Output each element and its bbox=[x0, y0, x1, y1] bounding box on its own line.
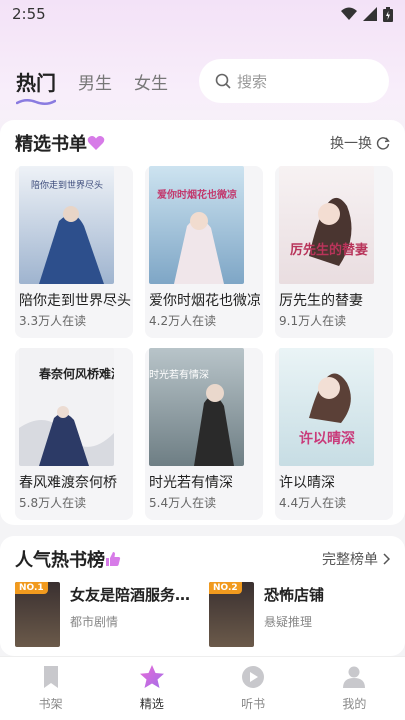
book-readers: 9.1万人在读 bbox=[279, 314, 347, 328]
book-readers: 5.8万人在读 bbox=[19, 496, 87, 510]
book-cover: 厉先生的替妻 bbox=[279, 166, 374, 284]
book-readers: 4.4万人在读 bbox=[279, 496, 347, 510]
book-title: 许以晴深 bbox=[279, 475, 335, 491]
nav-audiobook[interactable]: 听书 bbox=[203, 657, 304, 720]
refresh-icon bbox=[376, 137, 390, 150]
cover-title: 许以晴深 bbox=[299, 430, 355, 447]
book-title: 恐怖店铺 bbox=[264, 586, 325, 604]
battery-icon bbox=[383, 6, 393, 22]
book-title: 女友是陪酒服务… bbox=[70, 586, 191, 604]
book-cover: 时光若有情深 bbox=[149, 348, 244, 466]
book-readers: 5.4万人在读 bbox=[149, 496, 217, 510]
book-genre: 悬疑推理 bbox=[264, 615, 313, 629]
rank-badge: NO.2 bbox=[209, 582, 242, 594]
book-card[interactable]: 时光若有情深 时光若有情深 5.4万人在读 bbox=[145, 348, 263, 520]
book-grid: 陪你走到世界尽头 陪你走到世界尽头 3.3万人在读 爱你时烟花也微凉 爱你时烟花… bbox=[0, 166, 405, 520]
star-icon bbox=[139, 665, 164, 688]
signal-icon bbox=[363, 7, 377, 21]
profile-icon bbox=[343, 666, 366, 688]
status-bar: 2:55 bbox=[0, 0, 405, 28]
heart-icon bbox=[87, 136, 105, 150]
active-tab-indicator bbox=[16, 98, 56, 105]
hot-ranking-section: 人气热书榜 完整榜单 NO.1 女友是陪酒服务… 都市剧情 NO.2 恐怖店铺 … bbox=[0, 536, 405, 656]
book-card[interactable]: 许以晴深 许以晴深 4.4万人在读 bbox=[275, 348, 393, 520]
book-readers: 3.3万人在读 bbox=[19, 314, 87, 328]
book-title: 时光若有情深 bbox=[149, 475, 233, 491]
book-cover: 许以晴深 bbox=[279, 348, 374, 466]
ranking-item[interactable]: NO.1 女友是陪酒服务… 都市剧情 bbox=[15, 582, 195, 647]
book-card[interactable]: 春奈何风桥难渡 春风难渡奈何桥 5.8万人在读 bbox=[15, 348, 133, 520]
wifi-icon bbox=[341, 7, 357, 20]
cover-title: 厉先生的替妻 bbox=[290, 242, 368, 258]
cover-title: 春奈何风桥难渡 bbox=[38, 366, 114, 381]
book-title: 春风难渡奈何桥 bbox=[19, 475, 117, 491]
book-cover: 陪你走到世界尽头 bbox=[19, 166, 114, 284]
book-genre: 都市剧情 bbox=[70, 615, 119, 629]
cover-title: 时光若有情深 bbox=[149, 368, 209, 381]
bottom-navigation: 书架 精选 听书 我的 bbox=[0, 656, 405, 720]
book-card[interactable]: 爱你时烟花也微凉 爱你时烟花也微凉 4.2万人在读 bbox=[145, 166, 263, 338]
search-input[interactable]: 搜索 bbox=[199, 59, 389, 103]
cover-title: 陪你走到世界尽头 bbox=[31, 179, 103, 191]
tab-female[interactable]: 女生 bbox=[134, 69, 168, 94]
book-cover: NO.1 bbox=[15, 582, 60, 647]
book-cover: 爱你时烟花也微凉 bbox=[149, 166, 244, 284]
search-icon bbox=[215, 73, 231, 89]
thumbs-up-icon bbox=[106, 552, 121, 566]
book-cover: 春奈何风桥难渡 bbox=[19, 348, 114, 466]
cover-title: 爱你时烟花也微凉 bbox=[157, 188, 237, 201]
bookmark-icon bbox=[43, 666, 58, 688]
section-title: 精选书单 bbox=[15, 134, 87, 155]
rank-badge: NO.1 bbox=[15, 582, 48, 594]
nav-profile[interactable]: 我的 bbox=[304, 657, 405, 720]
nav-bookshelf[interactable]: 书架 bbox=[0, 657, 101, 720]
full-ranking-link[interactable]: 完整榜单 bbox=[322, 549, 390, 569]
book-card[interactable]: 厉先生的替妻 厉先生的替妻 9.1万人在读 bbox=[275, 166, 393, 338]
chevron-right-icon bbox=[383, 553, 390, 565]
book-cover: NO.2 bbox=[209, 582, 254, 647]
nav-featured[interactable]: 精选 bbox=[101, 657, 202, 720]
play-icon bbox=[242, 666, 265, 688]
category-tabs: 热门 男生 女生 搜索 bbox=[16, 58, 389, 105]
status-time: 2:55 bbox=[12, 5, 46, 23]
search-placeholder: 搜索 bbox=[237, 72, 268, 91]
book-title: 陪你走到世界尽头 bbox=[19, 293, 131, 309]
book-card[interactable]: 陪你走到世界尽头 陪你走到世界尽头 3.3万人在读 bbox=[15, 166, 133, 338]
section-title: 人气热书榜 bbox=[15, 550, 105, 571]
tab-hot[interactable]: 热门 bbox=[16, 67, 56, 105]
refresh-button[interactable]: 换一换 bbox=[330, 133, 390, 153]
book-readers: 4.2万人在读 bbox=[149, 314, 217, 328]
ranking-item[interactable]: NO.2 恐怖店铺 悬疑推理 bbox=[209, 582, 389, 647]
tab-male[interactable]: 男生 bbox=[78, 69, 112, 94]
featured-booklist-section: 精选书单 换一换 陪你走到世界尽头 陪你走到世界尽头 3.3万人在读 爱你时烟花… bbox=[0, 120, 405, 525]
book-title: 厉先生的替妻 bbox=[279, 293, 363, 309]
book-title: 爱你时烟花也微凉 bbox=[149, 293, 261, 309]
